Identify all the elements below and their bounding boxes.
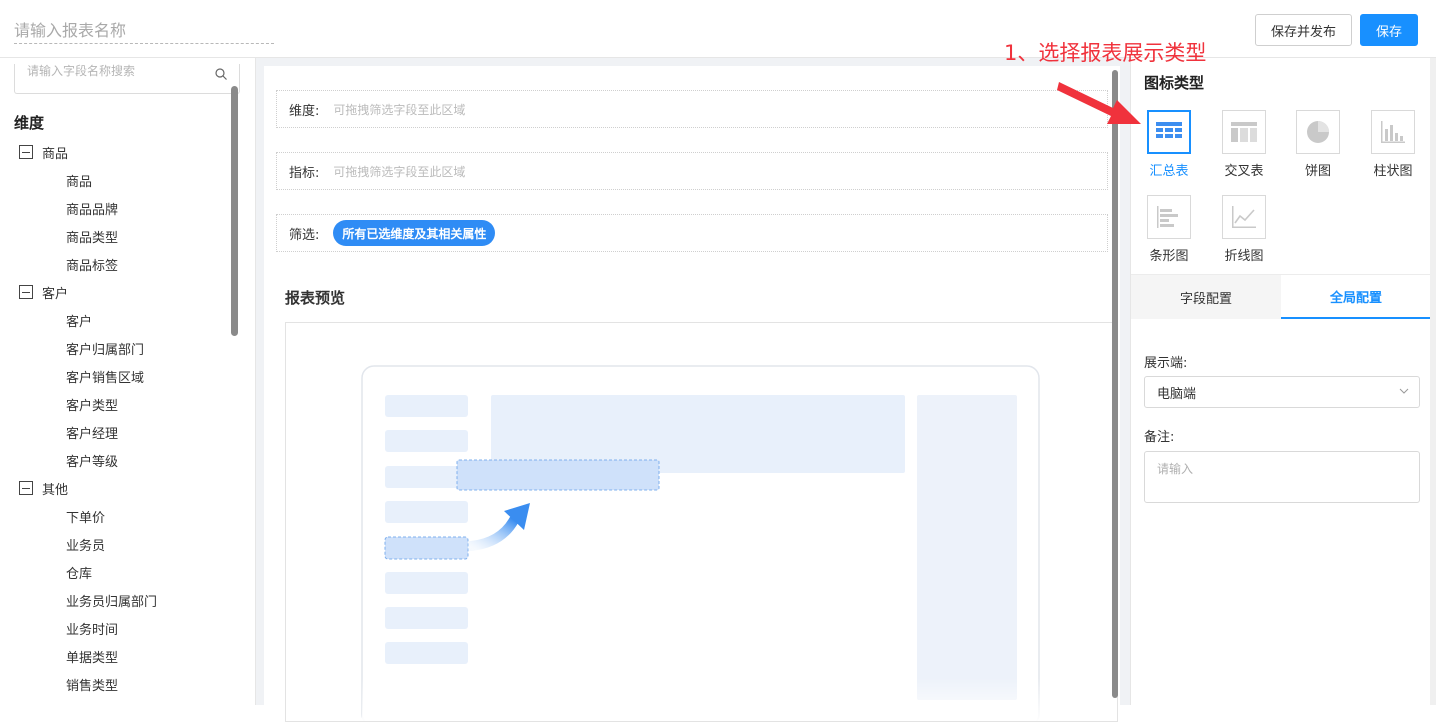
- metric-hint: 可拖拽筛选字段至此区域: [333, 164, 466, 179]
- panel-scrollbar-track: [1430, 58, 1436, 705]
- filter-drop-zone[interactable]: 筛选: 所有已选维度及其相关属性: [276, 214, 1108, 252]
- tab-field-config[interactable]: 字段配置: [1131, 275, 1281, 319]
- tree-item[interactable]: 商品: [0, 166, 230, 194]
- dimension-tree: 商品 商品 商品品牌 商品类型 商品标签 客户 客户 客户归属部门 客户销售区域…: [0, 138, 230, 698]
- main-scrollbar[interactable]: [1112, 70, 1118, 698]
- display-value: 电脑端: [1157, 386, 1197, 402]
- chart-type-label: 条形图: [1149, 249, 1189, 264]
- tree-item[interactable]: 业务员归属部门: [0, 586, 230, 614]
- tree-group-label: 商品: [42, 146, 69, 162]
- summary-table-icon: [1147, 110, 1191, 154]
- tree-item[interactable]: 销售类型: [0, 670, 230, 698]
- dimension-drop-zone[interactable]: 维度: 可拖拽筛选字段至此区域: [276, 90, 1108, 128]
- display-label: 展示端:: [1144, 356, 1188, 371]
- tree-group-other[interactable]: 其他: [0, 474, 230, 502]
- tree-item[interactable]: 客户销售区域: [0, 362, 230, 390]
- sidebar-scrollbar[interactable]: [231, 86, 238, 336]
- tree-item[interactable]: 客户经理: [0, 418, 230, 446]
- config-tabs: 字段配置 全局配置: [1131, 274, 1431, 319]
- collapse-icon[interactable]: [19, 285, 33, 299]
- chart-type-label: 柱状图: [1373, 164, 1413, 179]
- tree-item[interactable]: 下单价: [0, 502, 230, 530]
- tree-group-label: 其他: [42, 482, 69, 498]
- report-name-input[interactable]: [14, 18, 274, 44]
- report-preview: [285, 322, 1118, 725]
- line-chart-icon: [1222, 195, 1266, 239]
- chart-type-bar[interactable]: 柱状图: [1363, 110, 1423, 179]
- collapse-icon[interactable]: [19, 145, 33, 159]
- cross-table-icon: [1222, 110, 1266, 154]
- field-sidebar: 维度 商品 商品 商品品牌 商品类型 商品标签 客户 客户 客户归属部门 客户销…: [0, 58, 256, 705]
- field-search-box: [14, 58, 240, 94]
- tree-item[interactable]: 商品类型: [0, 222, 230, 250]
- dimension-label: 维度:: [289, 103, 320, 119]
- preview-title: 报表预览: [285, 289, 346, 307]
- tree-item[interactable]: 商品品牌: [0, 194, 230, 222]
- dimension-section-title: 维度: [14, 114, 45, 132]
- chart-type-summary-table[interactable]: 汇总表: [1139, 110, 1199, 179]
- tree-item[interactable]: 客户类型: [0, 390, 230, 418]
- tree-item[interactable]: 客户归属部门: [0, 334, 230, 362]
- chart-type-label: 折线图: [1224, 249, 1264, 264]
- metric-drop-zone[interactable]: 指标: 可拖拽筛选字段至此区域: [276, 152, 1108, 190]
- config-panel: 图标类型 汇总表 交叉表 饼图 柱状图 条形图 折线图 字段配置 全局配置 展示…: [1130, 58, 1436, 705]
- display-select[interactable]: 电脑端: [1144, 376, 1420, 408]
- chevron-down-icon: [1399, 388, 1409, 394]
- tree-item[interactable]: 业务员: [0, 530, 230, 558]
- chart-type-cross-table[interactable]: 交叉表: [1214, 110, 1274, 179]
- filter-tag[interactable]: 所有已选维度及其相关属性: [333, 220, 496, 246]
- chart-type-horizontal-bar[interactable]: 条形图: [1139, 195, 1199, 264]
- collapse-icon[interactable]: [19, 481, 33, 495]
- chart-type-label: 汇总表: [1149, 164, 1189, 179]
- tree-item[interactable]: 仓库: [0, 558, 230, 586]
- tree-item[interactable]: 商品标签: [0, 250, 230, 278]
- chart-type-line[interactable]: 折线图: [1214, 195, 1274, 264]
- chart-type-label: 饼图: [1304, 164, 1331, 179]
- tree-item[interactable]: 业务时间: [0, 614, 230, 642]
- field-search-input[interactable]: [15, 58, 205, 85]
- metric-label: 指标:: [289, 165, 320, 181]
- tree-item[interactable]: 单据类型: [0, 642, 230, 670]
- design-card: 维度: 可拖拽筛选字段至此区域 指标: 可拖拽筛选字段至此区域 筛选: 所有已选…: [264, 66, 1120, 725]
- tree-item[interactable]: 客户等级: [0, 446, 230, 474]
- tree-group-customer[interactable]: 客户: [0, 278, 230, 306]
- filter-label: 筛选:: [289, 227, 320, 243]
- save-button[interactable]: 保存: [1360, 14, 1418, 46]
- drag-illustration: [361, 365, 1042, 725]
- remark-textarea[interactable]: [1144, 451, 1420, 503]
- horizontal-bar-icon: [1147, 195, 1191, 239]
- chart-type-pie[interactable]: 饼图: [1288, 110, 1348, 179]
- annotation-arrow-icon: [1057, 82, 1141, 124]
- tree-group-label: 客户: [42, 286, 69, 302]
- bar-chart-icon: [1371, 110, 1415, 154]
- remark-label: 备注:: [1144, 430, 1175, 445]
- save-and-publish-button[interactable]: 保存并发布: [1255, 14, 1352, 46]
- search-icon[interactable]: [215, 68, 227, 80]
- top-bar: 保存并发布 保存: [0, 0, 1436, 58]
- tree-group-goods[interactable]: 商品: [0, 138, 230, 166]
- pie-chart-icon: [1296, 110, 1340, 154]
- dimension-hint: 可拖拽筛选字段至此区域: [333, 102, 466, 117]
- annotation-text: 1、选择报表展示类型: [1004, 41, 1207, 65]
- tree-item[interactable]: 客户: [0, 306, 230, 334]
- chart-type-title: 图标类型: [1144, 74, 1205, 92]
- chart-type-label: 交叉表: [1224, 164, 1264, 179]
- report-design-area: 维度: 可拖拽筛选字段至此区域 指标: 可拖拽筛选字段至此区域 筛选: 所有已选…: [256, 58, 1130, 725]
- tab-global-config[interactable]: 全局配置: [1281, 275, 1431, 319]
